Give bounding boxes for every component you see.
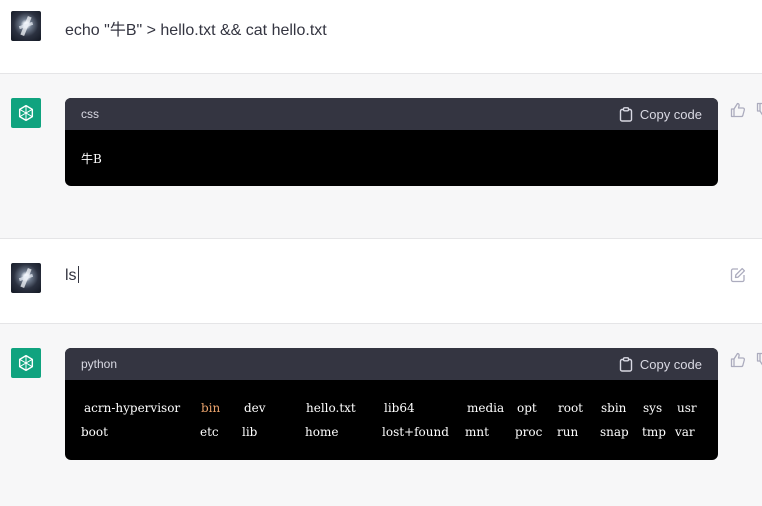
copy-code-label: Copy code xyxy=(639,356,702,372)
code-token: mnt xyxy=(465,425,489,439)
code-block-header: css Copy code xyxy=(65,98,718,130)
code-token: tmp xyxy=(642,425,666,439)
code-content: 牛B xyxy=(65,130,718,170)
clipboard-icon xyxy=(619,106,633,122)
code-block: python Copy code acrn-hypervisor bin dev… xyxy=(65,348,718,460)
edit-icon[interactable] xyxy=(730,267,746,283)
code-block-header: python Copy code xyxy=(65,348,718,380)
code-token: boot xyxy=(81,425,108,439)
code-language-label: css xyxy=(81,107,99,121)
code-token: lib xyxy=(242,425,258,439)
user-message-text: echo "牛B" > hello.txt && cat hello.txt xyxy=(65,22,327,39)
code-token: hello.txt xyxy=(306,401,356,415)
user-avatar xyxy=(11,11,41,41)
code-line: acrn-hypervisor bin dev hello.txt lib64 … xyxy=(81,396,702,420)
code-token: proc xyxy=(515,425,543,439)
thumbs-down-icon[interactable] xyxy=(756,352,762,368)
text-caret xyxy=(77,266,79,283)
code-block: css Copy code 牛B xyxy=(65,98,718,186)
code-token: acrn-hypervisor xyxy=(84,401,181,415)
code-token: sbin xyxy=(601,401,627,415)
code-token: snap xyxy=(600,425,629,439)
code-token: opt xyxy=(517,401,537,415)
user-message-content: ls xyxy=(65,267,77,284)
thumbs-up-icon[interactable] xyxy=(730,102,746,118)
openai-logo-icon xyxy=(11,348,41,378)
user-avatar xyxy=(11,263,41,293)
thumbs-up-icon[interactable] xyxy=(730,352,746,368)
clipboard-icon xyxy=(619,356,633,372)
thumbs-down-icon[interactable] xyxy=(756,102,762,118)
code-token: lost+found xyxy=(382,425,449,439)
code-line: boot etc lib home lost+found mnt proc ru… xyxy=(81,420,702,444)
assistant-message-row-1: css Copy code 牛B xyxy=(0,74,762,238)
user-message-row-2: ls xyxy=(0,239,762,323)
code-line: 牛B xyxy=(81,151,102,166)
code-token: lib64 xyxy=(384,401,415,415)
code-token: run xyxy=(557,425,579,439)
user-message-text: ls xyxy=(65,266,79,285)
code-content: acrn-hypervisor bin dev hello.txt lib64 … xyxy=(65,380,718,444)
code-token: home xyxy=(305,425,339,439)
code-token: bin xyxy=(201,401,221,415)
copy-code-button[interactable]: Copy code xyxy=(619,107,702,122)
code-token: dev xyxy=(244,401,266,415)
code-token: var xyxy=(675,425,695,439)
code-token: usr xyxy=(677,401,697,415)
code-token: etc xyxy=(200,425,219,439)
copy-code-label: Copy code xyxy=(639,106,702,122)
code-language-label: python xyxy=(81,357,118,371)
code-token: sys xyxy=(643,401,663,415)
code-token: media xyxy=(467,401,505,415)
copy-code-button[interactable]: Copy code xyxy=(619,357,702,372)
user-message-row-1: echo "牛B" > hello.txt && cat hello.txt xyxy=(0,0,762,73)
assistant-message-row-2: python Copy code acrn-hypervisor bin dev… xyxy=(0,324,762,506)
openai-logo-icon xyxy=(11,98,41,128)
code-token: root xyxy=(558,401,584,415)
